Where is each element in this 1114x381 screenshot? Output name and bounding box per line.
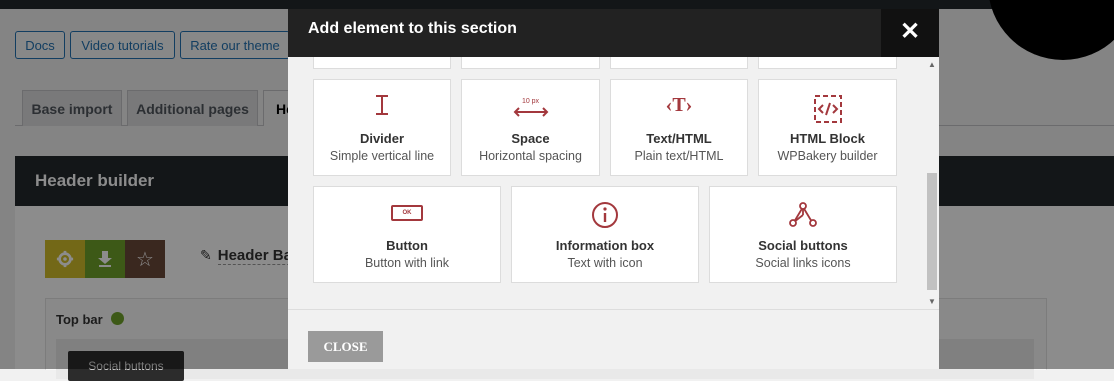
divider-icon — [314, 94, 450, 120]
element-card-space[interactable]: 10 px Space Horizontal spacing — [461, 79, 600, 176]
info-icon — [512, 201, 698, 229]
element-name: Social buttons — [758, 238, 848, 253]
element-card-cut[interactable] — [610, 57, 748, 69]
element-name: Divider — [359, 131, 405, 146]
space-icon: 10 px — [462, 97, 599, 118]
modal-scrollbar[interactable]: ▲ ▼ — [925, 57, 939, 309]
modal-footer: CLOSE — [288, 309, 939, 369]
element-name: Information box — [555, 238, 655, 253]
element-desc: Text with icon — [567, 256, 643, 270]
add-element-modal: Add element to this section ✕ Divider Si… — [288, 9, 939, 369]
element-desc: Social links icons — [755, 256, 851, 270]
element-card-divider[interactable]: Divider Simple vertical line — [313, 79, 451, 176]
element-name: Space — [511, 131, 550, 146]
share-icon — [710, 201, 896, 229]
element-grid: Divider Simple vertical line 10 px Space… — [288, 57, 939, 309]
element-name: HTML Block — [790, 131, 865, 146]
scroll-down-arrow-icon[interactable]: ▼ — [928, 297, 936, 306]
element-desc: Plain text/HTML — [634, 149, 724, 163]
element-card-cut[interactable] — [461, 57, 600, 69]
element-desc: Horizontal spacing — [479, 149, 582, 163]
element-name: Button — [386, 238, 428, 253]
close-icon[interactable]: ✕ — [881, 9, 939, 57]
element-name: Text/HTML — [646, 131, 712, 146]
scroll-up-arrow-icon[interactable]: ▲ — [928, 60, 936, 69]
element-card-social-buttons[interactable]: Social buttons Social links icons — [709, 186, 897, 283]
element-desc: WPBakery builder — [777, 149, 878, 163]
element-card-information-box[interactable]: Information box Text with icon — [511, 186, 699, 283]
text-html-icon: ‹T› — [665, 94, 693, 116]
modal-title: Add element to this section — [308, 20, 517, 37]
element-card-cut[interactable] — [313, 57, 451, 69]
element-desc: Simple vertical line — [329, 149, 435, 163]
html-block-icon — [759, 94, 896, 124]
element-card-cut[interactable] — [758, 57, 897, 69]
scroll-thumb[interactable] — [927, 173, 937, 290]
element-card-html-block[interactable]: HTML Block WPBakery builder — [758, 79, 897, 176]
button-icon: OK — [314, 205, 500, 221]
modal-header: Add element to this section ✕ — [288, 9, 939, 57]
element-desc: Button with link — [364, 256, 450, 270]
element-card-button[interactable]: OK Button Button with link — [313, 186, 501, 283]
element-card-text-html[interactable]: ‹T› Text/HTML Plain text/HTML — [610, 79, 748, 176]
close-button[interactable]: CLOSE — [308, 331, 383, 362]
